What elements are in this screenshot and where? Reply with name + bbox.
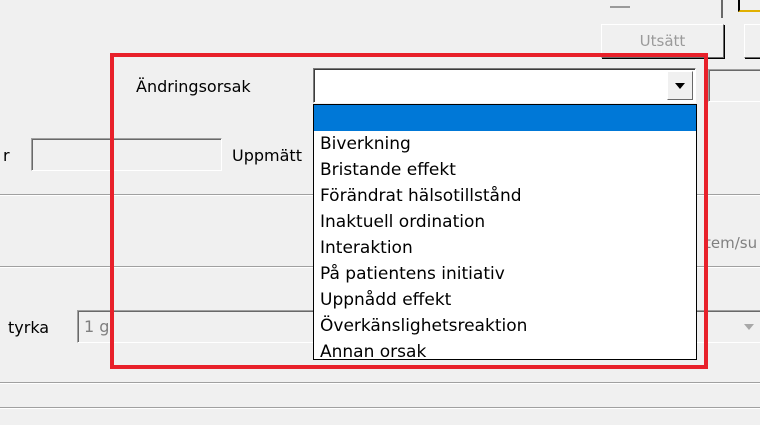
tyrka-value: 1 g	[84, 317, 110, 336]
left-field[interactable]	[31, 138, 222, 171]
chevron-down-icon	[675, 82, 685, 89]
left-field-label: r	[3, 146, 10, 165]
top-right-icon	[738, 0, 760, 12]
andringsorsak-dropdown-button[interactable]	[667, 71, 693, 100]
dropdown-item-biverkning[interactable]: Biverkning	[314, 131, 696, 157]
separator-3-highlight	[0, 383, 760, 384]
tyrka-label: tyrka	[8, 318, 50, 337]
dropdown-item-overkanslighetsreaktion[interactable]: Överkänslighetsreaktion	[314, 313, 696, 339]
dropdown-item-interaktion[interactable]: Interaktion	[314, 235, 696, 261]
dropdown-item-uppnadd-effekt[interactable]: Uppnådd effekt	[314, 287, 696, 313]
dropdown-item-pa-patientens-initiativ[interactable]: På patientens initiativ	[314, 261, 696, 287]
utsatt-button-label: Utsätt	[639, 32, 686, 50]
dropdown-item-annan-orsak[interactable]: Annan orsak	[314, 339, 696, 359]
andringsorsak-combobox[interactable]	[313, 68, 696, 103]
separator-4-highlight	[0, 408, 760, 409]
chevron-down-icon	[744, 324, 754, 330]
dropdown-item-bristande-effekt[interactable]: Bristande effekt	[314, 157, 696, 183]
utsatt-button[interactable]: Utsätt	[601, 24, 724, 58]
dropdown-item-forandrat-halsotillstand[interactable]: Förändrat hälsotillstånd	[314, 183, 696, 209]
uppmatt-label: Uppmätt	[232, 146, 302, 165]
andringsorsak-label: Ändringsorsak	[136, 77, 251, 96]
dropdown-item-empty[interactable]	[314, 105, 696, 131]
andringsorsak-dropdown-list[interactable]: Biverkning Bristande effekt Förändrat hä…	[313, 104, 697, 360]
top-fragment-icon	[610, 6, 630, 16]
right-field-partial[interactable]	[708, 69, 760, 102]
tem-label-partial: tem/su	[705, 234, 758, 252]
tyrka-dropdown-button[interactable]	[738, 314, 760, 340]
dropdown-item-inaktuell-ordination[interactable]: Inaktuell ordination	[314, 209, 696, 235]
next-button-partial[interactable]	[744, 24, 760, 58]
